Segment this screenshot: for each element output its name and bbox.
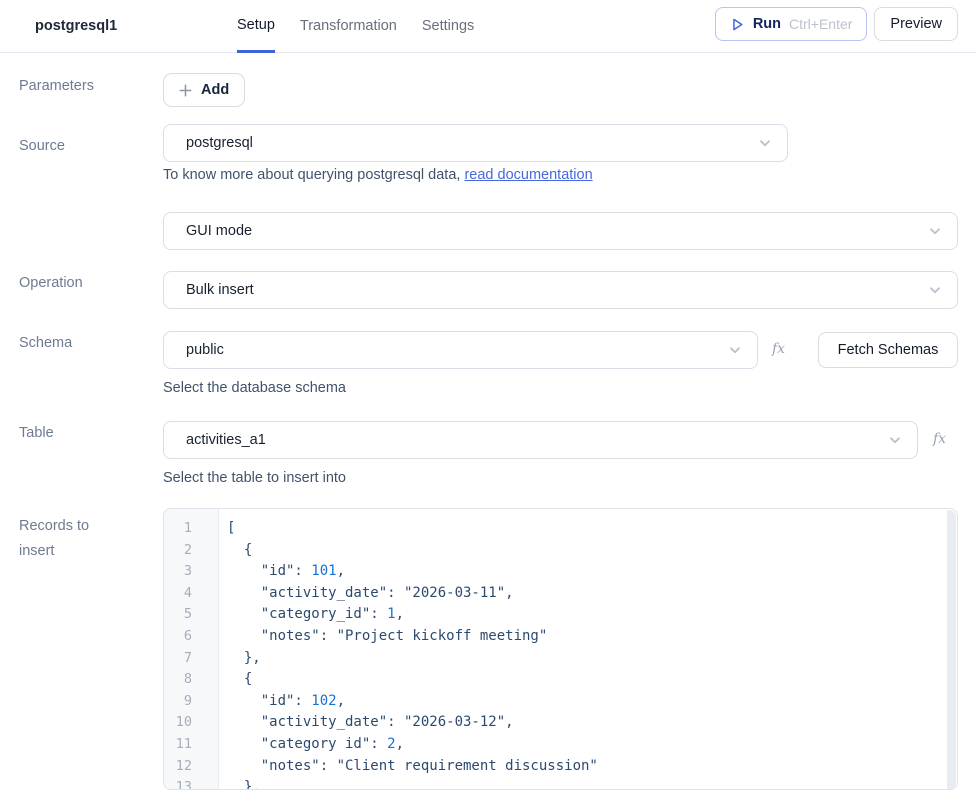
label-table: Table xyxy=(19,425,54,441)
line-number: 12 xyxy=(164,756,218,778)
code-line[interactable]: "notes": "Client requirement discussion" xyxy=(227,756,957,778)
line-number: 3 xyxy=(164,561,218,583)
run-button[interactable]: Run Ctrl+Enter xyxy=(715,7,868,41)
preview-button[interactable]: Preview xyxy=(874,7,958,41)
editor-scrollbar[interactable] xyxy=(947,510,956,790)
source-select[interactable]: postgresql xyxy=(163,124,788,162)
line-number: 5 xyxy=(164,604,218,626)
line-number: 13 xyxy=(164,777,218,790)
code-line[interactable]: "id": 101, xyxy=(227,561,957,583)
add-parameter-label: Add xyxy=(201,82,229,98)
run-shortcut: Ctrl+Enter xyxy=(789,16,852,32)
chevron-down-icon xyxy=(887,432,903,448)
mode-select-value: GUI mode xyxy=(186,223,927,239)
schema-fx-icon[interactable]: fx xyxy=(772,341,785,357)
query-tabs: Setup Transformation Settings xyxy=(237,0,474,53)
play-icon xyxy=(730,17,745,32)
code-gutter: 12345678910111213 xyxy=(164,509,219,789)
tab-transformation[interactable]: Transformation xyxy=(300,0,397,53)
code-line[interactable]: "category_id": 1, xyxy=(227,604,957,626)
line-number: 9 xyxy=(164,691,218,713)
label-source: Source xyxy=(19,138,65,154)
add-parameter-button[interactable]: Add xyxy=(163,73,245,107)
code-line[interactable]: { xyxy=(227,540,957,562)
label-records-to-insert: Records to insert xyxy=(19,514,119,564)
header-buttons: Run Ctrl+Enter Preview xyxy=(715,7,958,41)
operation-select-value: Bulk insert xyxy=(186,282,927,298)
chevron-down-icon xyxy=(927,282,943,298)
schema-select[interactable]: public xyxy=(163,331,758,369)
line-number: 2 xyxy=(164,540,218,562)
code-line[interactable]: "notes": "Project kickoff meeting" xyxy=(227,626,957,648)
line-number: 10 xyxy=(164,712,218,734)
code-line[interactable]: [ xyxy=(227,518,957,540)
code-line[interactable]: "category id": 2, xyxy=(227,734,957,756)
source-helper-text: To know more about querying postgresql d… xyxy=(163,167,464,183)
label-schema: Schema xyxy=(19,335,72,351)
label-parameters: Parameters xyxy=(19,78,94,94)
line-number: 1 xyxy=(164,518,218,540)
line-number: 11 xyxy=(164,734,218,756)
mode-select[interactable]: GUI mode xyxy=(163,212,958,250)
fetch-schemas-button[interactable]: Fetch Schemas xyxy=(818,332,958,368)
code-line[interactable]: }, xyxy=(227,648,957,670)
code-lines[interactable]: [ { "id": 101, "activity_date": "2026-03… xyxy=(219,509,957,789)
schema-select-value: public xyxy=(186,342,727,358)
tab-settings[interactable]: Settings xyxy=(422,0,474,53)
chevron-down-icon xyxy=(757,135,773,151)
query-header: postgresql1 Setup Transformation Setting… xyxy=(0,0,976,53)
line-number: 7 xyxy=(164,648,218,670)
plus-icon xyxy=(179,84,192,97)
run-label: Run xyxy=(753,16,781,32)
schema-helper: Select the database schema xyxy=(163,380,346,396)
code-line[interactable]: "id": 102, xyxy=(227,691,957,713)
records-code-editor[interactable]: 12345678910111213 [ { "id": 101, "activi… xyxy=(163,508,958,790)
table-select[interactable]: activities_a1 xyxy=(163,421,918,459)
chevron-down-icon xyxy=(927,223,943,239)
label-operation: Operation xyxy=(19,275,83,291)
line-number: 8 xyxy=(164,669,218,691)
table-select-value: activities_a1 xyxy=(186,432,887,448)
operation-select[interactable]: Bulk insert xyxy=(163,271,958,309)
code-line[interactable]: "activity_date": "2026-03-11", xyxy=(227,583,957,605)
line-number: 4 xyxy=(164,583,218,605)
table-helper: Select the table to insert into xyxy=(163,470,346,486)
code-line[interactable]: }, xyxy=(227,777,957,789)
line-number: 6 xyxy=(164,626,218,648)
read-documentation-link[interactable]: read documentation xyxy=(464,167,592,183)
tab-setup[interactable]: Setup xyxy=(237,0,275,53)
source-select-value: postgresql xyxy=(186,135,757,151)
chevron-down-icon xyxy=(727,342,743,358)
table-fx-icon[interactable]: fx xyxy=(933,431,946,447)
query-editor-panel: postgresql1 Setup Transformation Setting… xyxy=(0,0,976,804)
code-line[interactable]: "activity_date": "2026-03-12", xyxy=(227,712,957,734)
source-helper: To know more about querying postgresql d… xyxy=(163,167,593,183)
code-line[interactable]: { xyxy=(227,669,957,691)
query-title: postgresql1 xyxy=(35,0,117,53)
